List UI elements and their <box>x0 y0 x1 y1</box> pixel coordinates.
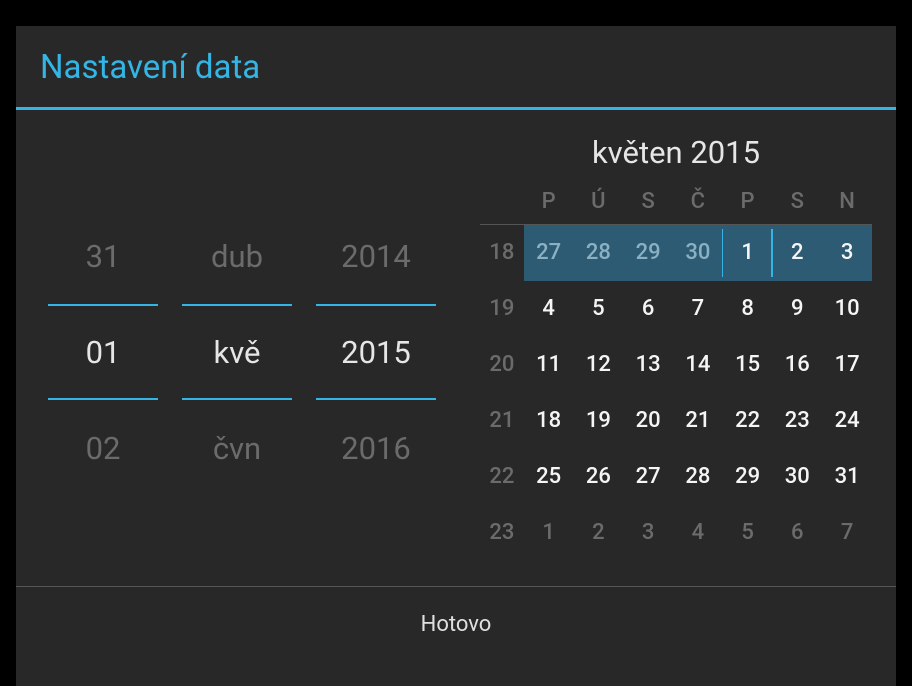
week-number: 20 <box>480 337 524 393</box>
calendar-day[interactable]: 17 <box>822 337 872 393</box>
dialog-title: Nastavení data <box>16 26 896 107</box>
calendar-day[interactable]: 11 <box>524 337 574 393</box>
calendar-grid: P Ú S Č P S N 18272829301231945678910201… <box>480 189 872 561</box>
calendar-day[interactable]: 28 <box>574 225 624 281</box>
calendar-day[interactable]: 28 <box>673 449 723 505</box>
calendar-day[interactable]: 30 <box>673 225 723 281</box>
calendar-day[interactable]: 18 <box>524 393 574 449</box>
calendar-day[interactable]: 12 <box>574 337 624 393</box>
calendar-day[interactable]: 2 <box>574 505 624 561</box>
weeknum-header <box>480 189 524 225</box>
calendar-day[interactable]: 6 <box>623 281 673 337</box>
year-picker[interactable]: 2014 2015 2016 <box>316 208 436 496</box>
calendar-day[interactable]: 22 <box>723 393 773 449</box>
calendar-day[interactable]: 25 <box>524 449 574 505</box>
weekday-header-row: P Ú S Č P S N <box>480 189 872 225</box>
month-next[interactable]: čvn <box>182 400 292 496</box>
calendar-day[interactable]: 4 <box>673 505 723 561</box>
weekday-header: P <box>723 189 773 225</box>
calendar-week-row: 1827282930123 <box>480 225 872 281</box>
calendar-day[interactable]: 1 <box>524 505 574 561</box>
year-next[interactable]: 2016 <box>316 400 436 496</box>
calendar-day[interactable]: 16 <box>772 337 822 393</box>
weekday-header: S <box>623 189 673 225</box>
calendar-day[interactable]: 9 <box>772 281 822 337</box>
year-prev[interactable]: 2014 <box>316 208 436 304</box>
calendar-day[interactable]: 29 <box>723 449 773 505</box>
day-picker[interactable]: 31 01 02 <box>48 208 158 496</box>
weekday-header: N <box>822 189 872 225</box>
date-set-dialog: Nastavení data 31 01 02 dub kvě čvn 2014… <box>16 26 896 686</box>
calendar-day[interactable]: 21 <box>673 393 723 449</box>
calendar-day[interactable]: 20 <box>623 393 673 449</box>
calendar-day[interactable]: 15 <box>723 337 773 393</box>
calendar-day[interactable]: 27 <box>623 449 673 505</box>
calendar-day[interactable]: 14 <box>673 337 723 393</box>
calendar-day[interactable]: 2 <box>772 225 822 281</box>
week-number: 21 <box>480 393 524 449</box>
week-number: 18 <box>480 225 524 281</box>
calendar-day[interactable]: 19 <box>574 393 624 449</box>
calendar-day[interactable]: 27 <box>524 225 574 281</box>
week-number: 23 <box>480 505 524 561</box>
year-selected[interactable]: 2015 <box>316 304 436 400</box>
done-button[interactable]: Hotovo <box>16 587 896 661</box>
calendar-day[interactable]: 6 <box>772 505 822 561</box>
calendar-day[interactable]: 10 <box>822 281 872 337</box>
calendar-day[interactable]: 3 <box>623 505 673 561</box>
calendar-day[interactable]: 30 <box>772 449 822 505</box>
calendar-week-row: 2118192021222324 <box>480 393 872 449</box>
calendar-month-label: květen 2015 <box>480 134 872 189</box>
calendar-day[interactable]: 5 <box>574 281 624 337</box>
calendar-day[interactable]: 29 <box>623 225 673 281</box>
week-number: 19 <box>480 281 524 337</box>
calendar-week-row: 2225262728293031 <box>480 449 872 505</box>
calendar: květen 2015 P Ú S Č P S N 18272829301231… <box>468 118 896 586</box>
calendar-day[interactable]: 4 <box>524 281 574 337</box>
dialog-content: 31 01 02 dub kvě čvn 2014 2015 2016 květ… <box>16 110 896 586</box>
calendar-week-row: 1945678910 <box>480 281 872 337</box>
day-selected[interactable]: 01 <box>48 304 158 400</box>
month-picker[interactable]: dub kvě čvn <box>182 208 292 496</box>
calendar-day[interactable]: 26 <box>574 449 624 505</box>
calendar-day[interactable]: 24 <box>822 393 872 449</box>
calendar-day[interactable]: 7 <box>673 281 723 337</box>
calendar-week-row: 231234567 <box>480 505 872 561</box>
day-next[interactable]: 02 <box>48 400 158 496</box>
weekday-header: Č <box>673 189 723 225</box>
day-prev[interactable]: 31 <box>48 208 158 304</box>
weekday-header: P <box>524 189 574 225</box>
weekday-header: Ú <box>574 189 624 225</box>
week-number: 22 <box>480 449 524 505</box>
calendar-day[interactable]: 23 <box>772 393 822 449</box>
weekday-header: S <box>772 189 822 225</box>
calendar-day[interactable]: 3 <box>822 225 872 281</box>
calendar-day[interactable]: 8 <box>723 281 773 337</box>
calendar-day[interactable]: 31 <box>822 449 872 505</box>
calendar-day[interactable]: 7 <box>822 505 872 561</box>
month-selected[interactable]: kvě <box>182 304 292 400</box>
calendar-day[interactable]: 13 <box>623 337 673 393</box>
calendar-day[interactable]: 5 <box>723 505 773 561</box>
calendar-day[interactable]: 1 <box>723 225 773 281</box>
month-prev[interactable]: dub <box>182 208 292 304</box>
calendar-week-row: 2011121314151617 <box>480 337 872 393</box>
date-spinners: 31 01 02 dub kvě čvn 2014 2015 2016 <box>16 118 468 586</box>
dialog-footer: Hotovo <box>16 587 896 661</box>
